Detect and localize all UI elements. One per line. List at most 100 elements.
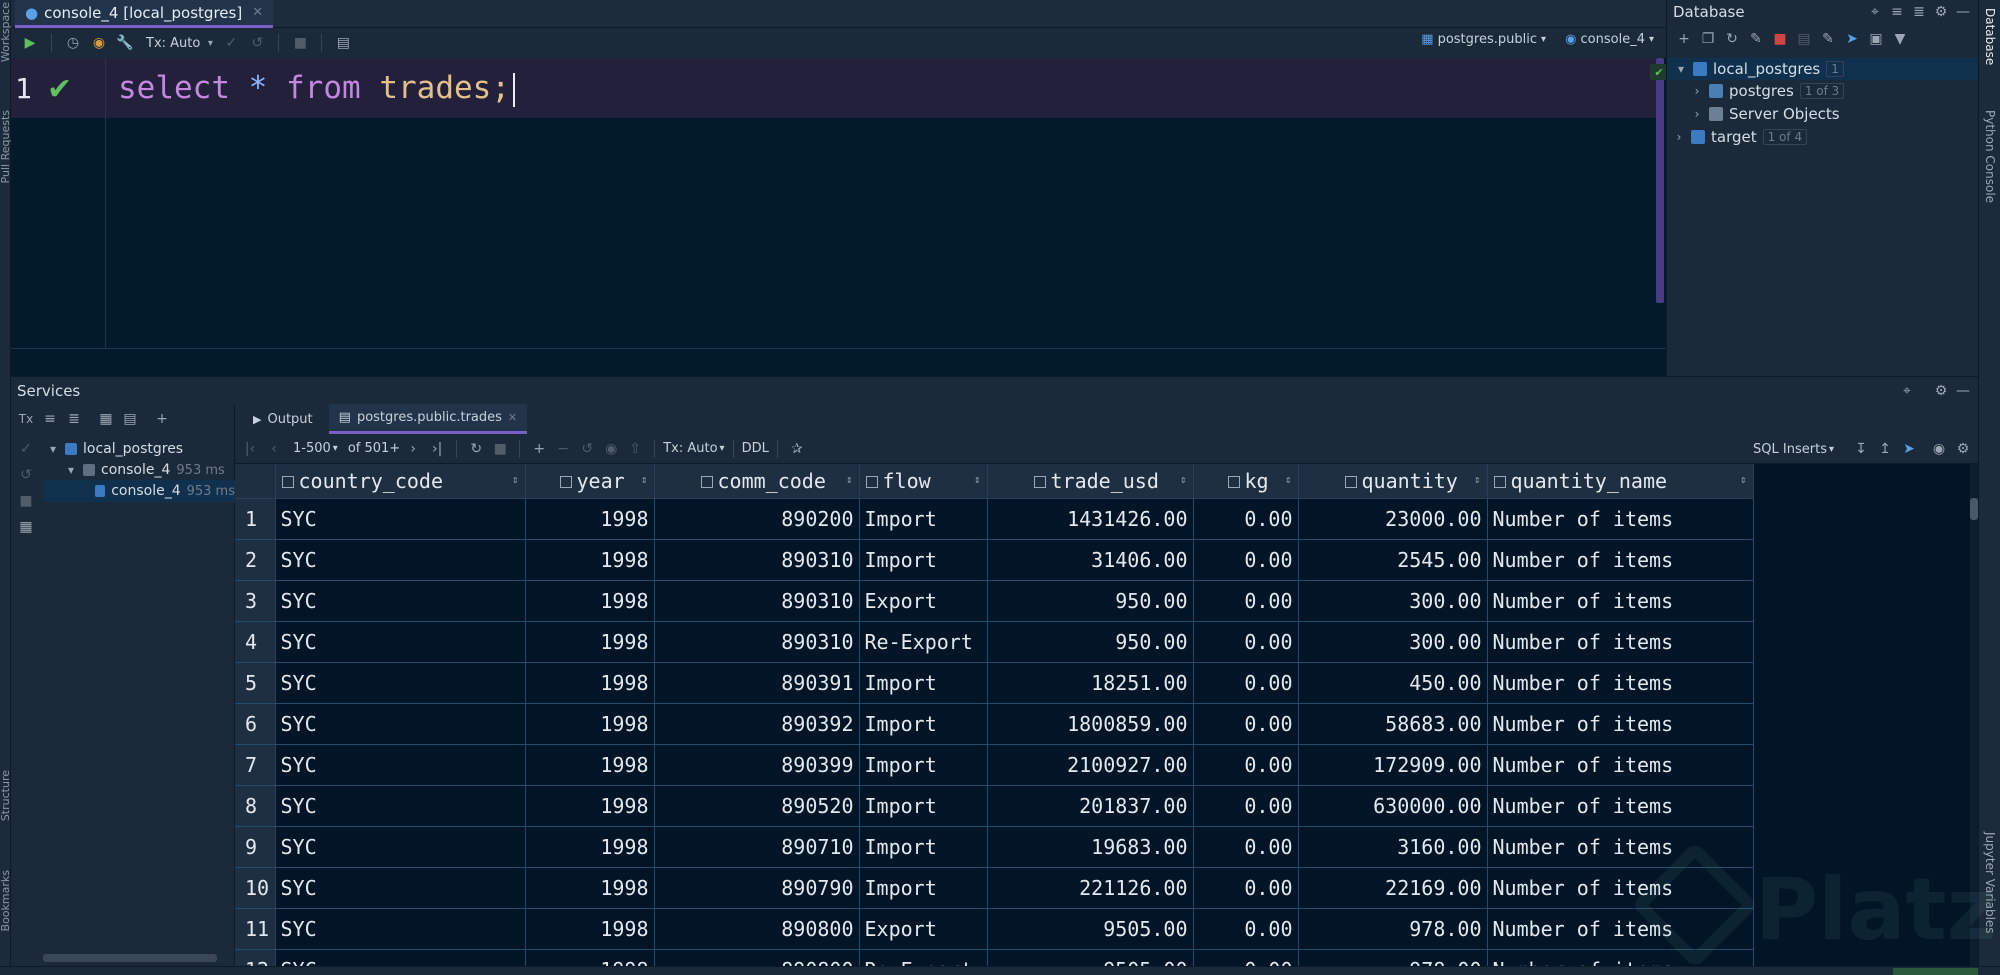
table-cell[interactable]: 950.00 — [987, 580, 1194, 622]
ddl-button[interactable]: DDL — [742, 441, 769, 456]
table-cell[interactable]: 0.00 — [1193, 539, 1299, 581]
table-cell[interactable]: 890310 — [654, 539, 860, 581]
table-cell[interactable]: Import — [859, 785, 988, 827]
compare-icon[interactable]: ➤ — [1898, 438, 1920, 460]
code-line[interactable]: select * from trades; — [118, 70, 515, 107]
tx-mode-select[interactable]: Tx: Auto — [663, 441, 717, 456]
run-icon[interactable]: ▶ — [19, 32, 41, 54]
copy-icon[interactable]: ❐ — [1697, 28, 1719, 50]
database-tool-label[interactable]: Database — [1983, 8, 1997, 65]
table-cell[interactable]: SYC — [275, 744, 526, 786]
sort-icon[interactable]: ⇕ — [641, 473, 648, 486]
page-range-select[interactable]: 1-500 — [293, 441, 331, 456]
table-cell[interactable]: 890391 — [654, 662, 860, 704]
table-row[interactable]: 12SYC1998890800Re-Export9505.000.00978.0… — [235, 949, 1754, 966]
table-cell[interactable]: 300.00 — [1298, 621, 1488, 663]
expand-all-icon[interactable]: ≡ — [1886, 1, 1908, 23]
table-cell[interactable]: 0.00 — [1193, 662, 1299, 704]
sort-icon[interactable]: ⇕ — [1740, 473, 1747, 486]
table-cell[interactable]: 890790 — [654, 867, 860, 909]
services-item-console[interactable]: ▾ console_4 953 ms — [65, 459, 225, 481]
console-selector[interactable]: ◉ console_4 ▾ — [1565, 32, 1654, 47]
last-page-icon[interactable]: ›| — [426, 438, 448, 460]
table-cell[interactable]: Import — [859, 539, 988, 581]
table-row[interactable]: 3 SYC 1998 890310 Export 950.00 0.00 300.00 Numb… — [235, 580, 1754, 622]
table-cell[interactable]: SYC — [275, 867, 526, 909]
gear-icon[interactable]: ⚙ — [1930, 1, 1952, 23]
table-cell[interactable]: SYC — [275, 949, 526, 966]
chevron-down-icon[interactable]: ▾ — [1675, 62, 1687, 76]
table-cell[interactable]: 2545.00 — [1298, 539, 1488, 581]
table-cell[interactable]: SYC — [275, 621, 526, 663]
table-cell[interactable]: Number of items — [1487, 539, 1754, 581]
tree-item-target[interactable]: › target 1 of 4 — [1673, 126, 1808, 148]
table-cell[interactable]: 978.00 — [1298, 949, 1488, 966]
table-cell[interactable]: 1998 — [525, 539, 655, 581]
next-page-icon[interactable]: › — [402, 438, 424, 460]
table-cell[interactable]: Export — [859, 580, 988, 622]
stop-icon[interactable]: ■ — [15, 490, 37, 512]
chevron-down-icon[interactable]: ▾ — [47, 442, 59, 456]
table-cell[interactable]: 890200 — [654, 498, 860, 540]
table-cell[interactable]: Import — [859, 703, 988, 745]
refresh-icon[interactable]: ↻ — [1721, 28, 1743, 50]
table-cell[interactable]: 1998 — [525, 498, 655, 540]
table-row[interactable]: 9 SYC 1998 890710 Import 19683.00 0.00 3160.00 N… — [235, 826, 1754, 868]
column-header-kg[interactable]: kg ⇕ — [1193, 464, 1299, 499]
edit-icon[interactable]: ✎ — [1817, 28, 1839, 50]
first-page-icon[interactable]: |‹ — [239, 438, 261, 460]
refresh-icon[interactable]: ↻ — [465, 438, 487, 460]
services-tree-scrollbar[interactable] — [43, 954, 217, 962]
download-icon[interactable]: ↧ — [1850, 438, 1872, 460]
table-cell[interactable]: 1431426.00 — [987, 498, 1194, 540]
console-icon[interactable]: ▣ — [1865, 28, 1887, 50]
table-cell[interactable]: 890800 — [654, 949, 860, 966]
add-icon[interactable]: + — [1673, 28, 1695, 50]
sort-icon[interactable]: ⇕ — [1180, 473, 1187, 486]
view-icon[interactable]: ◉ — [600, 438, 622, 460]
table-cell[interactable]: 19683.00 — [987, 826, 1194, 868]
editor-tab-console[interactable]: ● console_4 [local_postgres] ✕ — [15, 0, 274, 28]
close-icon[interactable]: ✕ — [508, 411, 517, 424]
jump-icon[interactable]: ➤ — [1841, 28, 1863, 50]
table-cell[interactable]: SYC — [275, 908, 526, 950]
table-row[interactable]: 11 SYC 1998 890800 Export 9505.00 0.00 978.00 Nu… — [235, 908, 1754, 950]
table-cell[interactable]: 0.00 — [1193, 949, 1299, 966]
table-icon[interactable]: ▤ — [1793, 28, 1815, 50]
rollback-icon[interactable]: ↺ — [246, 32, 268, 54]
column-header-flow[interactable]: flow ⇕ — [859, 464, 988, 499]
tree-item-local-postgres[interactable]: ▾ local_postgres 1 — [1667, 58, 1977, 80]
table-cell[interactable]: SYC — [275, 703, 526, 745]
table-cell[interactable]: 0.00 — [1193, 867, 1299, 909]
table-cell[interactable]: 2100927.00 — [987, 744, 1194, 786]
table-row[interactable]: 2 SYC 1998 890310 Import 31406.00 0.00 2545.00 N… — [235, 539, 1754, 581]
table-cell[interactable]: 890399 — [654, 744, 860, 786]
rollback-icon[interactable]: ↺ — [15, 464, 37, 486]
table-cell[interactable]: 0.00 — [1193, 826, 1299, 868]
table-cell[interactable]: SYC — [275, 826, 526, 868]
table-row[interactable]: 5 SYC 1998 890391 Import 18251.00 0.00 450.00 Nu… — [235, 662, 1754, 704]
table-cell[interactable]: 890310 — [654, 580, 860, 622]
table-cell[interactable]: SYC — [275, 580, 526, 622]
sort-icon[interactable]: ⇕ — [974, 473, 981, 486]
table-cell[interactable]: Re-Export — [859, 949, 988, 966]
revert-icon[interactable]: ↺ — [576, 438, 598, 460]
table-cell[interactable]: Import — [859, 867, 988, 909]
table-cell[interactable]: 890310 — [654, 621, 860, 663]
stop-icon[interactable]: ■ — [489, 438, 511, 460]
tab-trades-table[interactable]: ▤ postgres.public.trades ✕ — [328, 404, 528, 434]
table-cell[interactable]: 221126.00 — [987, 867, 1194, 909]
table-cell[interactable]: 9505.00 — [987, 949, 1194, 966]
table-cell[interactable]: 23000.00 — [1298, 498, 1488, 540]
pin-icon[interactable]: ✰ — [786, 438, 808, 460]
table-cell[interactable]: 1800859.00 — [987, 703, 1194, 745]
parameters-icon[interactable]: ◉ — [88, 32, 110, 54]
services-item-console-session[interactable]: console_4 953 ms — [95, 480, 235, 502]
table-cell[interactable]: 172909.00 — [1298, 744, 1488, 786]
sql-editor[interactable]: 1 ✔ select * from trades; ✔ — [11, 58, 1668, 376]
table-row[interactable]: 4 SYC 1998 890310 Re-Export 950.00 0.00 300.00 N… — [235, 621, 1754, 663]
table-cell[interactable]: Number of items — [1487, 498, 1754, 540]
tx-mode-select[interactable]: Tx: Auto — [146, 36, 200, 51]
table-cell[interactable]: Number of items — [1487, 744, 1754, 786]
schema-selector[interactable]: ▦ postgres.public ▾ — [1421, 32, 1546, 47]
